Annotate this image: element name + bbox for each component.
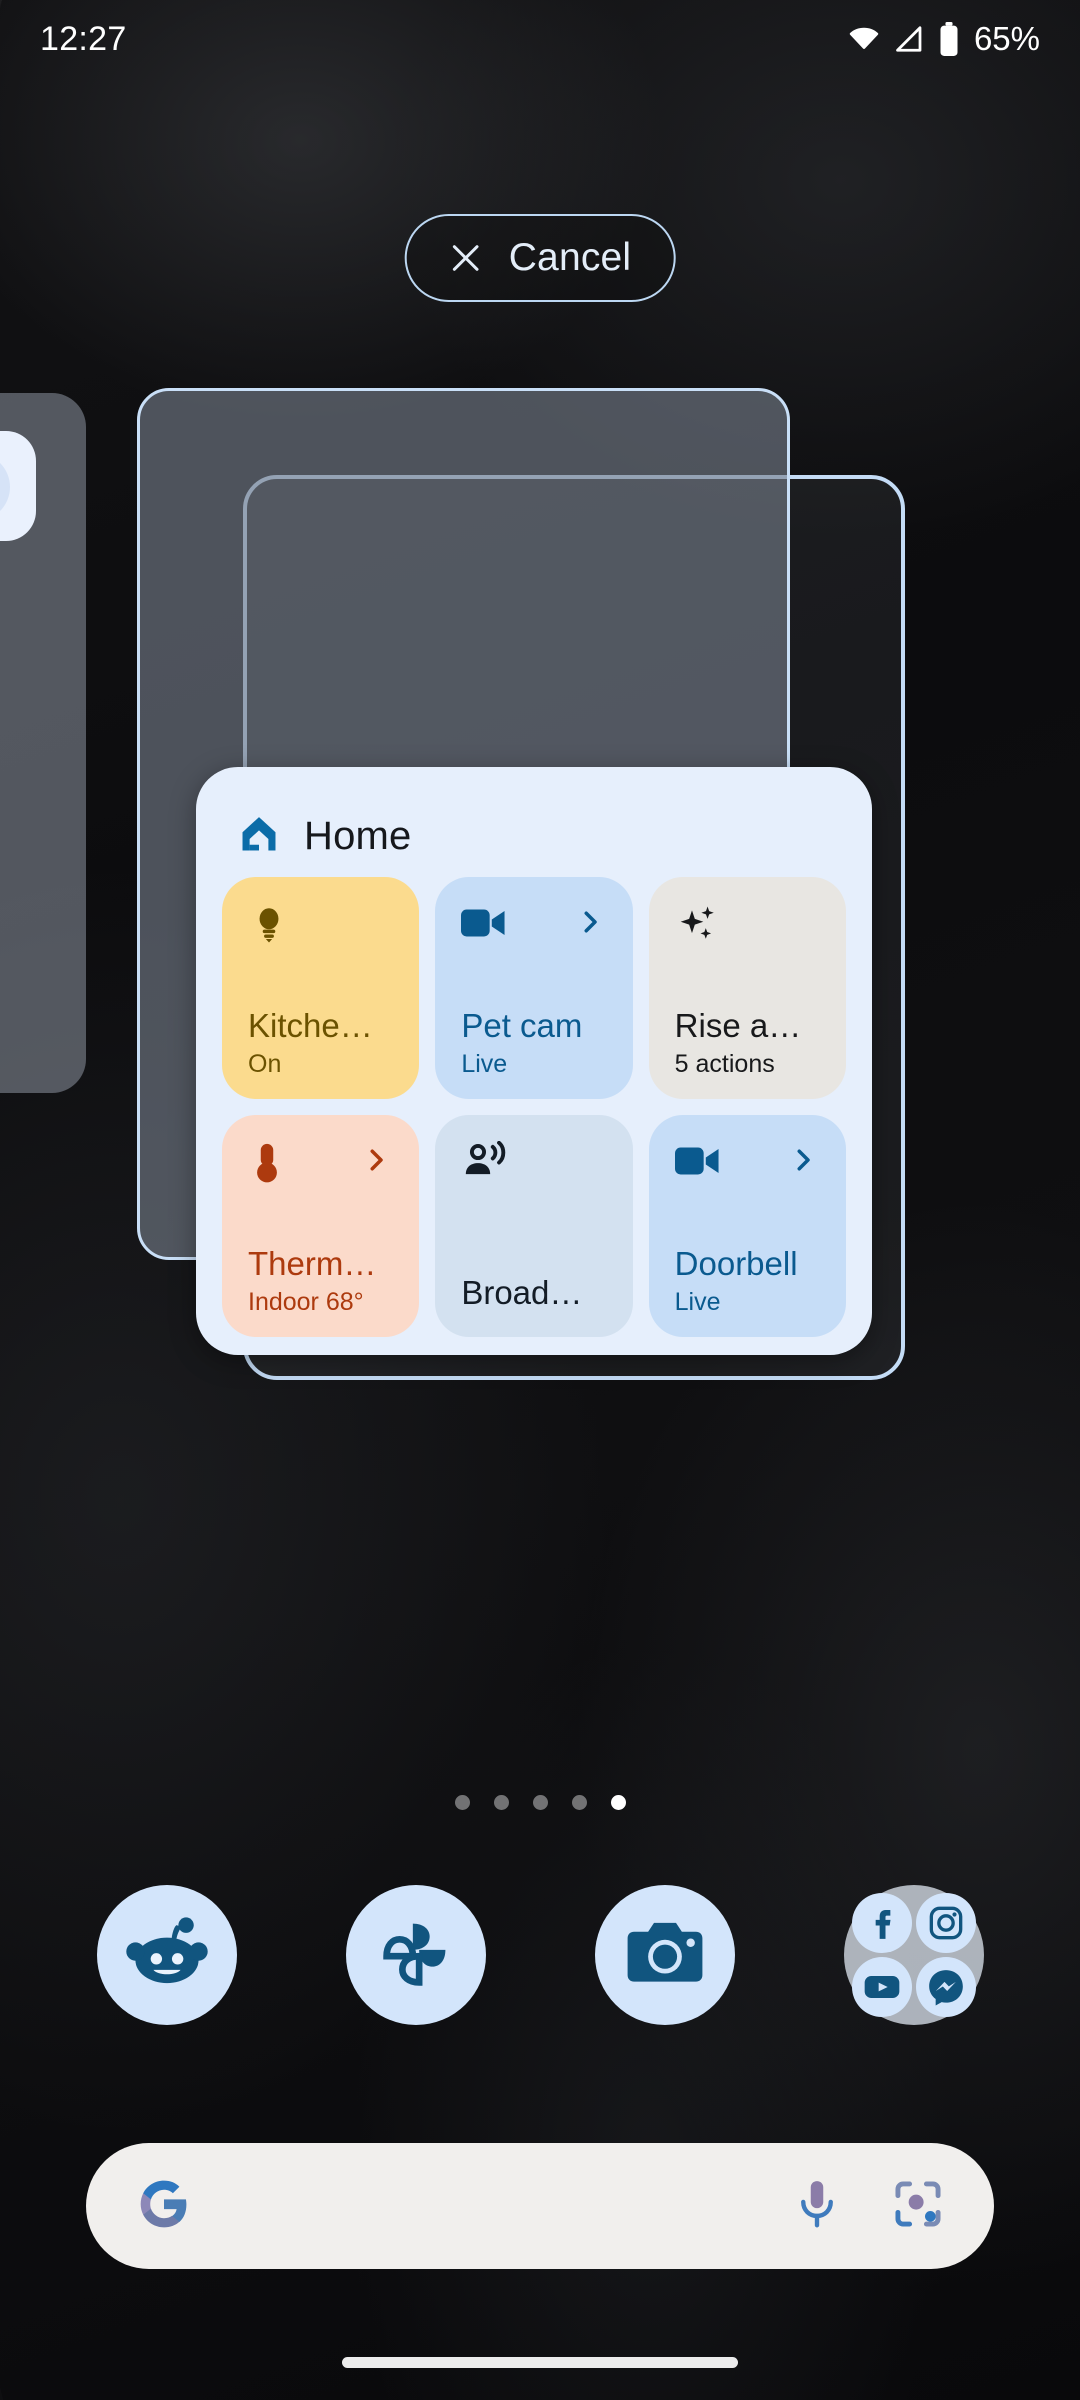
google-photos-icon	[374, 1911, 458, 2000]
tile-text-block: Pet cam Live	[461, 1008, 610, 1079]
google-search-bar[interactable]	[86, 2143, 994, 2269]
microphone-icon[interactable]	[792, 2176, 842, 2237]
page-dot[interactable]	[532, 1795, 548, 1810]
search-input[interactable]	[192, 2143, 792, 2269]
battery-percent-label: 65%	[973, 20, 1040, 57]
instagram-icon	[915, 1893, 976, 1953]
google-home-widget[interactable]: Home Kitche… On Pet cam Live Rise a… 5 a…	[196, 767, 872, 1355]
close-icon	[449, 241, 483, 275]
tile-name: Doorbell	[674, 1246, 798, 1282]
youtube-icon	[851, 1957, 912, 2017]
tile-name: Rise a…	[674, 1008, 802, 1044]
page-dot[interactable]	[493, 1795, 509, 1810]
tile-top-row	[674, 1141, 824, 1203]
chevron-right-icon[interactable]	[575, 907, 605, 937]
adjacent-page-peek[interactable]	[0, 393, 86, 1093]
tile-text-block: Therm… Indoor 68°	[248, 1246, 397, 1317]
widget-tile-pet-cam[interactable]: Pet cam Live	[435, 877, 633, 1099]
dock-app-reddit[interactable]	[96, 1885, 237, 2025]
tile-text-block: Kitche… On	[248, 1008, 397, 1079]
videocam-icon	[674, 1141, 721, 1181]
dock-folder-social[interactable]	[843, 1885, 984, 2025]
messenger-icon	[915, 1957, 976, 2017]
page-indicator	[0, 1795, 1080, 1810]
widget-tile-doorbell[interactable]: Doorbell Live	[648, 1115, 846, 1337]
tile-top-row	[675, 903, 824, 965]
tile-name: Pet cam	[461, 1008, 583, 1044]
lightbulb-icon	[248, 903, 290, 945]
tile-top-row	[461, 1141, 610, 1203]
wifi-icon	[846, 24, 882, 54]
widget-tile-thermostat[interactable]: Therm… Indoor 68°	[222, 1115, 420, 1337]
widget-tile-rise-automation[interactable]: Rise a… 5 actions	[648, 877, 846, 1099]
google-g-icon	[136, 2176, 192, 2237]
battery-icon	[938, 22, 960, 56]
tile-top-row	[461, 903, 610, 965]
cancel-button[interactable]: Cancel	[404, 214, 676, 302]
facebook-icon	[851, 1893, 912, 1953]
broadcast-icon	[461, 1141, 509, 1183]
google-home-icon	[236, 811, 282, 862]
home-dock	[0, 1885, 1080, 2025]
phone-screen: 12:27 65% Cancel Home Kitche… On Pet cam…	[0, 0, 1080, 2400]
tile-top-row	[248, 903, 397, 965]
widget-header: Home	[222, 793, 846, 871]
page-dot[interactable]	[571, 1795, 587, 1810]
cellular-signal-icon	[894, 24, 926, 54]
tile-name: Therm…	[248, 1246, 377, 1282]
cancel-button-label: Cancel	[508, 236, 632, 279]
dock-app-google-photos[interactable]	[345, 1885, 486, 2025]
tile-subtitle: Live	[461, 1050, 508, 1078]
status-bar: 12:27 65%	[0, 0, 1080, 78]
tile-name: Broad…	[461, 1275, 583, 1311]
chevron-right-icon[interactable]	[361, 1145, 391, 1175]
tile-subtitle: Indoor 68°	[248, 1288, 364, 1316]
tile-subtitle: 5 actions	[674, 1050, 775, 1078]
status-clock: 12:27	[40, 19, 127, 58]
tile-name: Kitche…	[248, 1008, 373, 1044]
widget-tile-kitchen-light[interactable]: Kitche… On	[222, 877, 420, 1099]
page-dot[interactable]	[454, 1795, 470, 1810]
widget-tile-broadcast[interactable]: Broad…	[435, 1115, 633, 1337]
gesture-nav-handle[interactable]	[342, 2357, 738, 2368]
tile-text-block: Doorbell Live	[675, 1246, 824, 1317]
tile-subtitle: Live	[674, 1288, 721, 1316]
camera-icon	[621, 1909, 709, 2002]
reddit-icon	[123, 1909, 211, 2002]
page-dot-active[interactable]	[610, 1795, 626, 1810]
peek-app-icon	[0, 431, 36, 541]
sparkle-icon	[675, 903, 721, 949]
google-lens-icon[interactable]	[890, 2176, 946, 2237]
thermometer-icon	[248, 1141, 286, 1185]
dock-app-camera[interactable]	[594, 1885, 735, 2025]
tile-subtitle: On	[248, 1050, 282, 1078]
widget-tile-grid: Kitche… On Pet cam Live Rise a… 5 action…	[222, 871, 846, 1337]
search-actions	[792, 2176, 946, 2237]
status-icon-group: 65%	[846, 20, 1040, 58]
tile-text-block: Rise a… 5 actions	[675, 1008, 824, 1079]
widget-title: Home	[304, 813, 412, 858]
tile-top-row	[248, 1141, 397, 1203]
videocam-icon	[461, 903, 507, 943]
tile-text-block: Broad…	[461, 1275, 610, 1317]
chevron-right-icon[interactable]	[788, 1145, 818, 1175]
